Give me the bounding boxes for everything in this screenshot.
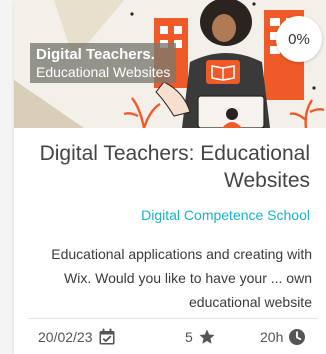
progress-badge: 0%	[276, 16, 322, 62]
course-date-value: 20/02/23	[38, 329, 93, 345]
cover-title-line1: Digital Teachers.	[36, 46, 155, 63]
course-title[interactable]: Digital Teachers: Educational Websites	[38, 140, 310, 194]
course-date: 20/02/23	[38, 327, 116, 347]
clock-icon	[288, 328, 306, 346]
calendar-check-icon	[98, 328, 116, 346]
card-divider	[28, 318, 318, 319]
course-rating-value: 5	[185, 329, 193, 345]
course-duration: 20h	[260, 327, 306, 347]
course-rating: 5	[185, 327, 216, 347]
course-duration-value: 20h	[260, 329, 284, 345]
cover-title-line2: Educational Websites	[36, 64, 171, 80]
school-link[interactable]: Digital Competence School	[38, 207, 310, 223]
course-card[interactable]: Digital Teachers. Educational Websites 0…	[14, 0, 326, 354]
star-icon	[198, 328, 216, 346]
course-description: Educational applications and creating wi…	[51, 246, 312, 310]
cover-title-overlay: Digital Teachers. Educational Websites	[30, 43, 177, 83]
course-cover-image[interactable]: Digital Teachers. Educational Websites 0…	[14, 0, 326, 128]
